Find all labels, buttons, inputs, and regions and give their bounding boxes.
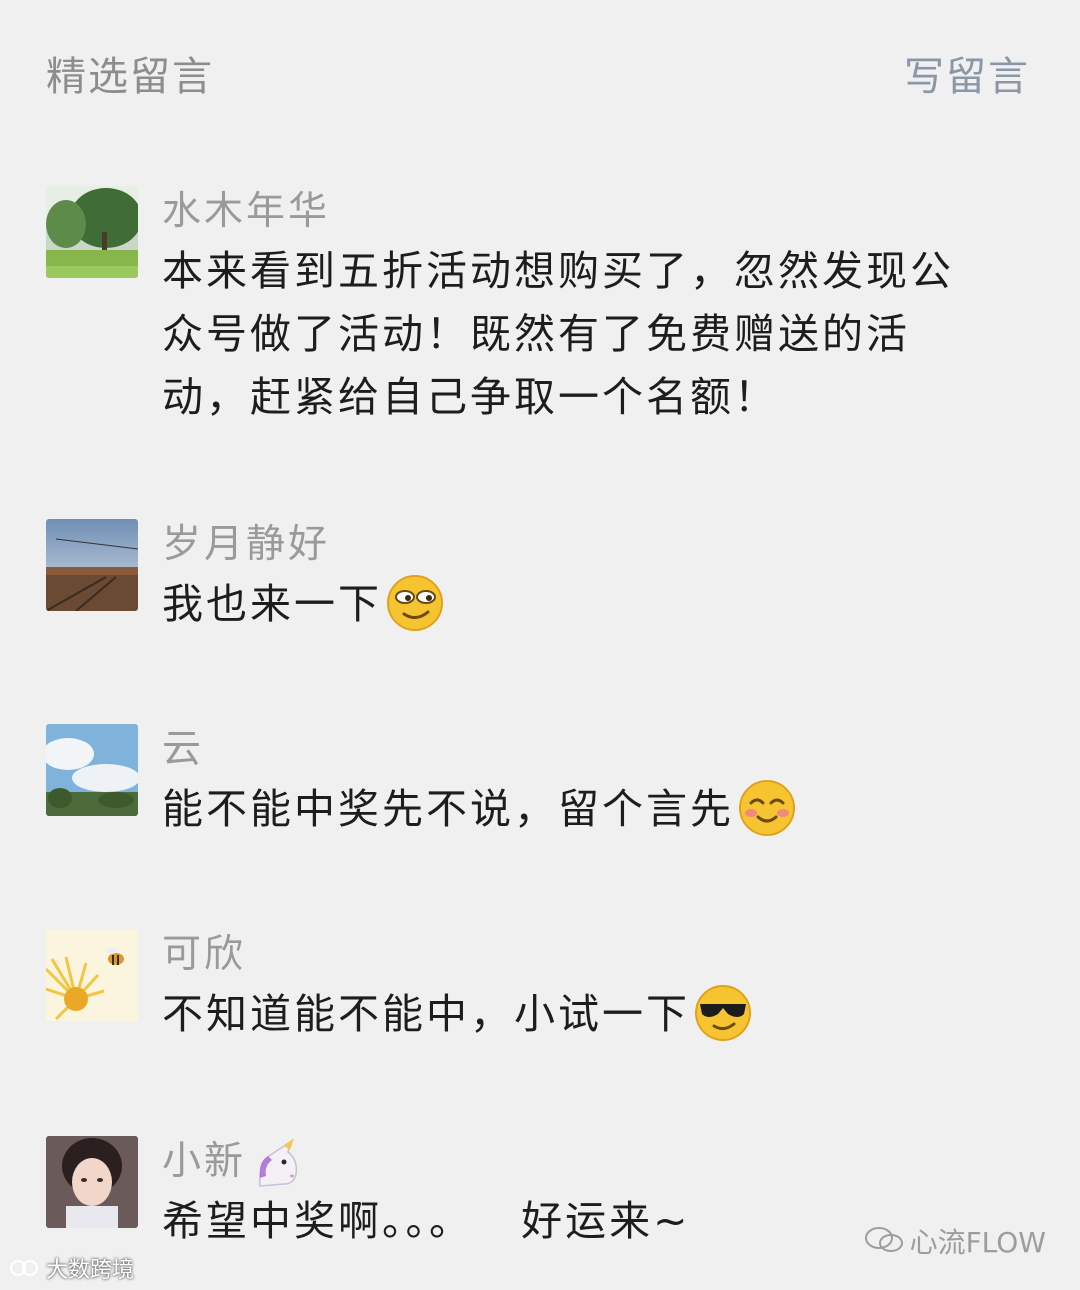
comment-nickname: 小新: [162, 1130, 302, 1198]
comment-nickname: 水木年华: [162, 189, 331, 234]
wechat-icon: [864, 1225, 904, 1262]
railway-sunset-avatar-icon: [46, 519, 138, 611]
comments-header: 精选留言 写留言: [0, 0, 1080, 140]
avatar[interactable]: [46, 1136, 138, 1228]
comment-text-content: 不知道能不能中，小试一下: [162, 990, 690, 1038]
blushing-smile-face-icon: [738, 779, 796, 855]
watermark-left-text: 大数跨境: [46, 1258, 135, 1283]
unicorn-icon: [250, 1138, 302, 1198]
avatar[interactable]: [46, 929, 138, 1021]
comment-text-content: 能不能中奖先不说，留个言先: [162, 785, 734, 833]
brand-logo-icon: [10, 1258, 40, 1284]
sky-clouds-avatar-icon: [46, 724, 138, 816]
sunglasses-face-icon: [694, 984, 752, 1060]
bee-flower-avatar-icon: [46, 929, 138, 1021]
watermark-left: 大数跨境: [10, 1252, 134, 1284]
comment-nickname: 云: [162, 727, 205, 772]
featured-comments-title: 精选留言: [46, 54, 214, 100]
avatar[interactable]: [46, 186, 138, 278]
watermark-right: 心流FLOW: [864, 1221, 1046, 1263]
comment-text: 不知道能不能中，小试一下: [162, 983, 992, 1060]
girl-portrait-avatar-icon: [46, 1136, 138, 1228]
watermark-right-text: 心流FLOW: [909, 1225, 1046, 1259]
smirk-face-icon: [386, 574, 444, 650]
comment-text-content: 我也来一下: [162, 580, 382, 628]
write-comment-button[interactable]: 写留言: [904, 44, 1030, 102]
comment-text: 能不能中奖先不说，留个言先: [162, 778, 992, 855]
nickname-text: 小新: [162, 1139, 247, 1184]
park-tree-avatar-icon: [46, 186, 138, 278]
comment-nickname: 可欣: [162, 932, 247, 977]
comment-nickname: 岁月静好: [162, 522, 331, 567]
comment-text: 本来看到五折活动想购买了，忽然发现公众号做了活动！既然有了免费赠送的活动，赶紧给…: [162, 247, 954, 421]
avatar[interactable]: [46, 519, 138, 611]
comment-text: 我也来一下: [162, 573, 992, 650]
avatar[interactable]: [46, 724, 138, 816]
